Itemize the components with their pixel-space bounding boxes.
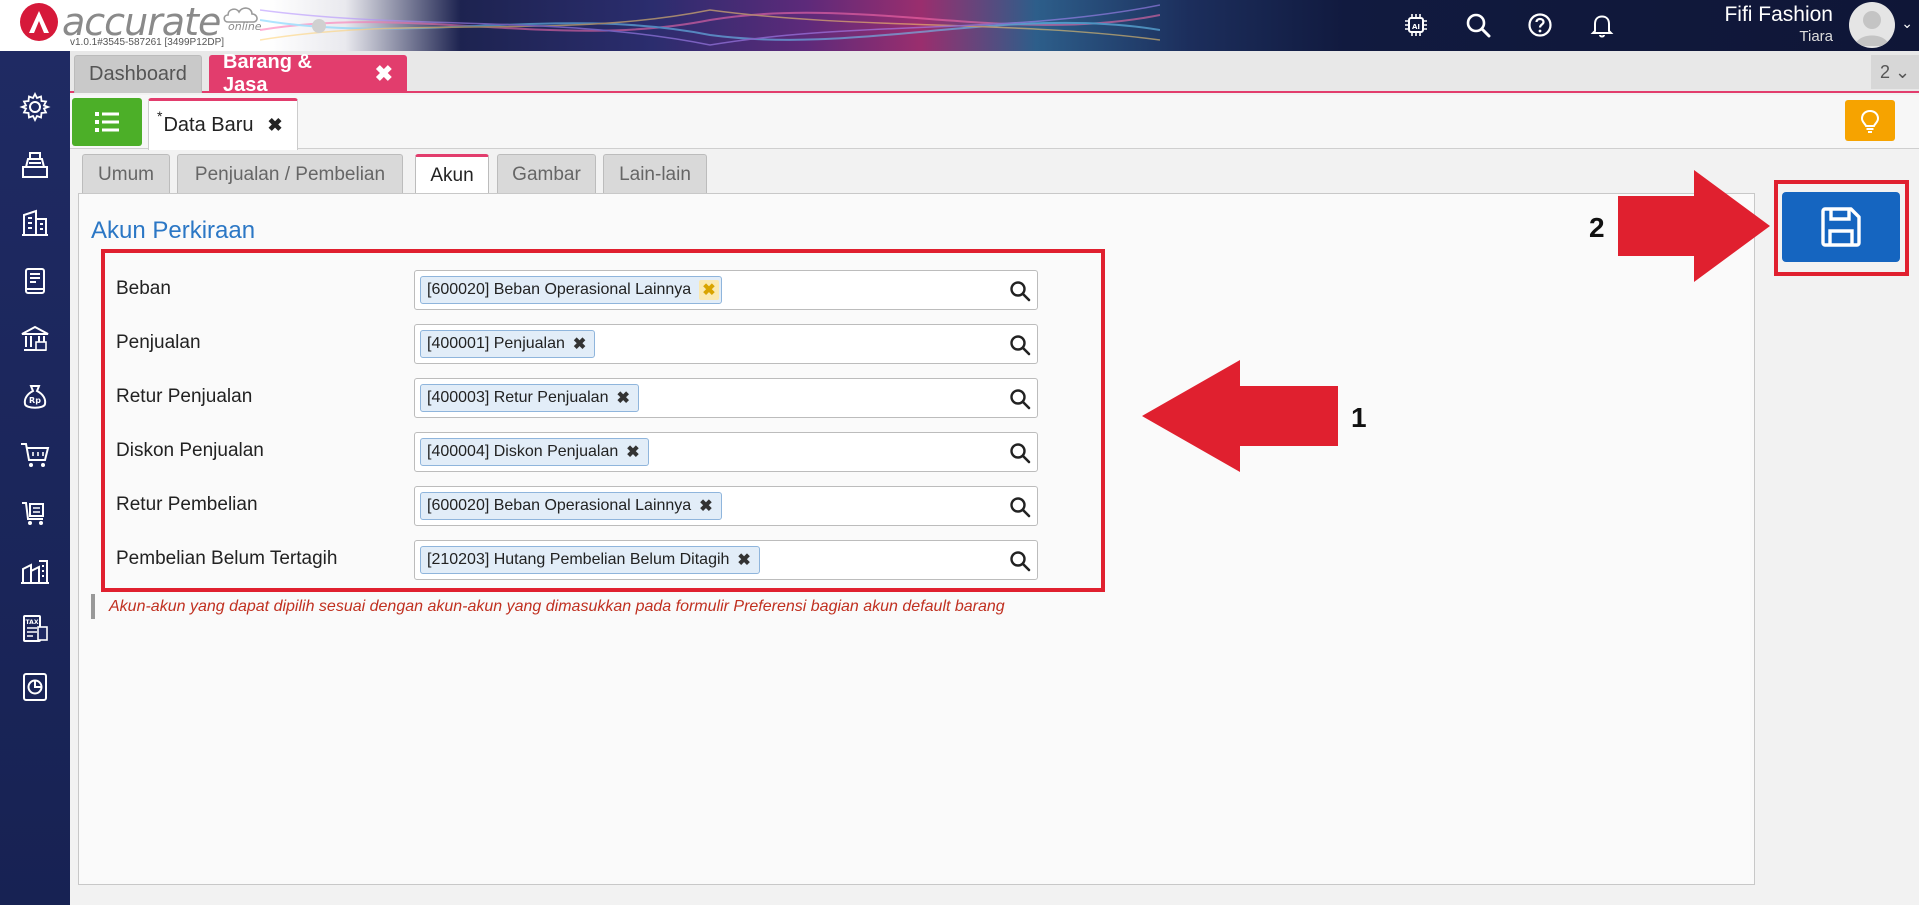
money-bag-icon[interactable]: Rp bbox=[17, 379, 53, 415]
building-icon[interactable] bbox=[17, 205, 53, 241]
field-label: Retur Pembelian bbox=[116, 494, 258, 515]
info-note: Akun-akun yang dapat dipilih sesuai deng… bbox=[91, 594, 1011, 619]
doc-tab-label: Data Baru bbox=[163, 114, 254, 136]
status-dot bbox=[312, 19, 326, 33]
tab-dashboard[interactable]: Dashboard bbox=[74, 55, 202, 93]
remove-chip-icon[interactable]: ✖ bbox=[573, 334, 586, 354]
chip-value: [210203] Hutang Pembelian Belum Ditagih bbox=[427, 551, 730, 568]
account-chip: [210203] Hutang Pembelian Belum Ditagih … bbox=[420, 546, 760, 574]
accurate-logo-icon bbox=[20, 3, 58, 41]
section-title: Akun Perkiraan bbox=[91, 217, 256, 244]
account-chip: [400004] Diskon Penjualan ✖ bbox=[420, 438, 649, 466]
chip-value: [600020] Beban Operasional Lainnya bbox=[427, 497, 692, 514]
account-input-diskon-penjualan[interactable]: [400004] Diskon Penjualan ✖ bbox=[414, 432, 1038, 472]
floppy-disk-icon bbox=[1821, 207, 1861, 247]
tab-penjualan-pembelian[interactable]: Penjualan / Pembelian bbox=[177, 154, 403, 194]
svg-text:Rp: Rp bbox=[29, 396, 41, 405]
user-sub: Tiara bbox=[1799, 28, 1833, 45]
chevron-down-icon[interactable]: ⌄ bbox=[1901, 16, 1913, 32]
search-icon[interactable] bbox=[1009, 334, 1031, 356]
remove-chip-icon[interactable]: ✖ bbox=[626, 442, 639, 462]
account-input-penjualan[interactable]: [400001] Penjualan ✖ bbox=[414, 324, 1038, 364]
account-chip: [600020] Beban Operasional Lainnya ✖ bbox=[420, 492, 722, 520]
brand-logo[interactable]: accurate bbox=[20, 0, 221, 44]
tab-bar: Dashboard Barang & Jasa ✖ 2 ⌄ bbox=[70, 51, 1919, 96]
field-label: Retur Penjualan bbox=[116, 386, 253, 407]
bank-icon[interactable] bbox=[17, 321, 53, 357]
shopping-cart-icon[interactable] bbox=[17, 437, 53, 473]
search-icon[interactable] bbox=[1009, 550, 1031, 572]
remove-chip-icon[interactable]: ✖ bbox=[699, 496, 712, 516]
lightbulb-icon bbox=[1860, 109, 1880, 133]
remove-chip-icon[interactable]: ✖ bbox=[699, 280, 719, 300]
help-icon[interactable] bbox=[1525, 10, 1555, 40]
annotation-arrow-right bbox=[1618, 170, 1770, 282]
settings-icon[interactable] bbox=[17, 89, 53, 125]
cash-register-icon[interactable] bbox=[17, 147, 53, 183]
user-avatar-icon bbox=[1855, 11, 1889, 46]
sidebar: Rp TAX bbox=[0, 51, 70, 905]
chip-value: [600020] Beban Operasional Lainnya bbox=[427, 281, 692, 298]
tab-gambar[interactable]: Gambar bbox=[497, 154, 596, 194]
field-label: Beban bbox=[116, 278, 171, 299]
search-icon[interactable] bbox=[1009, 388, 1031, 410]
tab-barang-jasa-label: Barang & Jasa bbox=[223, 51, 312, 96]
chip-value: [400003] Retur Penjualan bbox=[427, 389, 609, 406]
ledger-book-icon[interactable] bbox=[17, 263, 53, 299]
sub-bar: * Data Baru ✖ bbox=[70, 95, 1919, 150]
chip-value: [400001] Penjualan bbox=[427, 335, 565, 352]
tab-dashboard-label: Dashboard bbox=[89, 63, 187, 85]
avatar[interactable] bbox=[1849, 2, 1895, 48]
svg-text:AI: AI bbox=[1412, 23, 1420, 31]
warehouse-icon[interactable] bbox=[17, 553, 53, 589]
remove-chip-icon[interactable]: ✖ bbox=[616, 388, 629, 408]
account-chip: [400003] Retur Penjualan ✖ bbox=[420, 384, 639, 412]
field-label: Pembelian Belum Tertagih bbox=[116, 548, 338, 569]
version-text: v1.0.1#3545-587261 [3499P12DP] bbox=[70, 37, 225, 48]
decorative-waves bbox=[260, 4, 1160, 46]
close-doc-icon[interactable]: ✖ bbox=[268, 115, 283, 136]
tab-barang-jasa[interactable]: Barang & Jasa ✖ bbox=[209, 51, 407, 96]
brand-name: accurate bbox=[62, 0, 221, 44]
annotation-arrow-left bbox=[1142, 360, 1338, 472]
search-icon[interactable] bbox=[1009, 280, 1031, 302]
search-icon[interactable] bbox=[1463, 10, 1493, 40]
annotation-number-2: 2 bbox=[1589, 212, 1605, 243]
tab-umum[interactable]: Umum bbox=[82, 154, 170, 194]
list-view-button[interactable] bbox=[72, 98, 142, 146]
account-chip: [400001] Penjualan ✖ bbox=[420, 330, 596, 358]
user-name[interactable]: Fifi Fashion bbox=[1724, 3, 1833, 27]
account-input-retur-pembelian[interactable]: [600020] Beban Operasional Lainnya ✖ bbox=[414, 486, 1038, 526]
close-tab-icon[interactable]: ✖ bbox=[375, 61, 393, 87]
save-button[interactable] bbox=[1782, 192, 1900, 262]
svg-text:TAX: TAX bbox=[26, 619, 39, 626]
annotation-number-1: 1 bbox=[1351, 402, 1367, 433]
doc-tab-data-baru[interactable]: * Data Baru ✖ bbox=[148, 98, 298, 150]
bell-icon[interactable] bbox=[1587, 10, 1617, 40]
tax-icon[interactable]: TAX bbox=[17, 611, 53, 647]
list-icon bbox=[95, 112, 119, 132]
search-icon[interactable] bbox=[1009, 496, 1031, 518]
report-chart-icon[interactable] bbox=[17, 669, 53, 705]
unsaved-marker: * bbox=[157, 107, 163, 124]
top-bar: accurate online v1.0.1#3545-587261 [3499… bbox=[0, 0, 1919, 51]
remove-chip-icon[interactable]: ✖ bbox=[737, 550, 750, 570]
account-input-retur-penjualan[interactable]: [400003] Retur Penjualan ✖ bbox=[414, 378, 1038, 418]
field-label: Penjualan bbox=[116, 332, 201, 353]
account-input-pembelian-belum-tertagih[interactable]: [210203] Hutang Pembelian Belum Ditagih … bbox=[414, 540, 1038, 580]
tab-counter-dropdown[interactable]: 2 ⌄ bbox=[1871, 55, 1919, 89]
tab-akun[interactable]: Akun bbox=[415, 154, 489, 195]
search-icon[interactable] bbox=[1009, 442, 1031, 464]
brand-sub: online bbox=[228, 20, 262, 33]
tips-button[interactable] bbox=[1845, 100, 1895, 141]
account-chip: [600020] Beban Operasional Lainnya ✖ bbox=[420, 276, 722, 304]
chip-value: [400004] Diskon Penjualan bbox=[427, 443, 619, 460]
tab-lain-lain[interactable]: Lain-lain bbox=[603, 154, 707, 194]
account-input-beban[interactable]: [600020] Beban Operasional Lainnya ✖ bbox=[414, 270, 1038, 310]
ai-chip-icon[interactable]: AI bbox=[1401, 10, 1431, 40]
purchase-cart-icon[interactable] bbox=[17, 495, 53, 531]
field-label: Diskon Penjualan bbox=[116, 440, 264, 461]
